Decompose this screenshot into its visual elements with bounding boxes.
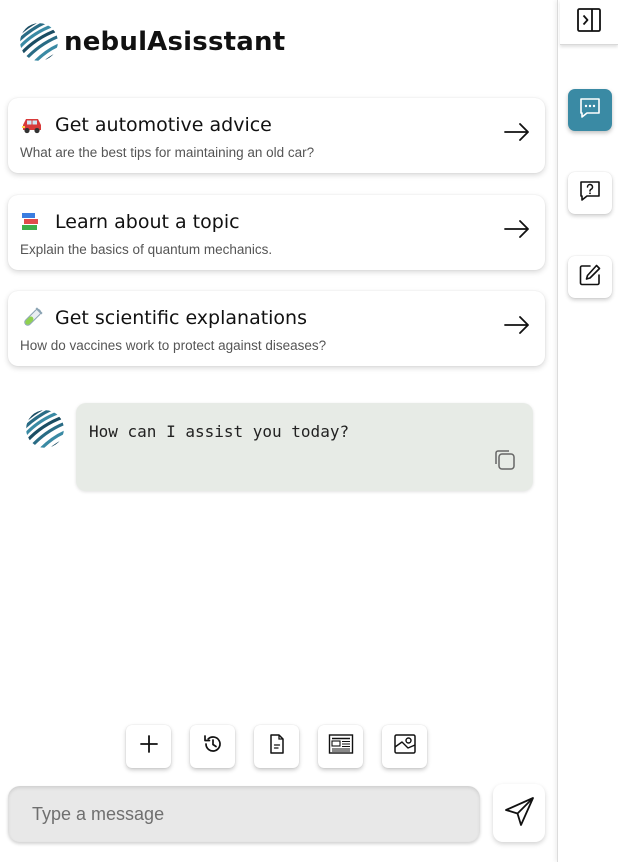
help-icon <box>577 178 603 209</box>
car-icon <box>20 114 44 136</box>
suggestion-subtitle: What are the best tips for maintaining a… <box>20 145 315 160</box>
plus-icon <box>139 734 159 759</box>
suggestion-subtitle: How do vaccines work to protect against … <box>20 338 327 353</box>
suggestion-title: Get scientific explanations <box>55 307 308 329</box>
message-input-wrapper <box>8 786 480 842</box>
send-icon <box>502 794 536 833</box>
document-icon <box>267 733 287 760</box>
right-rail <box>557 0 618 862</box>
help-tab-button[interactable] <box>568 172 612 214</box>
history-button[interactable] <box>190 725 235 768</box>
history-icon <box>202 733 224 760</box>
document-button[interactable] <box>254 725 299 768</box>
suggestion-card-learn[interactable]: Learn about a topic Explain the basics o… <box>8 195 545 270</box>
sidebar-toggle-button[interactable] <box>560 0 618 45</box>
suggestion-title: Learn about a topic <box>55 211 240 233</box>
main-panel: nebulAsisstant Get automotive advice Wha… <box>0 0 557 862</box>
edit-tab-button[interactable] <box>568 256 612 298</box>
brand-name: nebulAsisstant <box>64 27 286 57</box>
arrow-right-icon <box>503 314 531 336</box>
books-icon <box>20 211 44 233</box>
composer-toolbar <box>126 725 427 768</box>
logo-icon <box>20 23 58 61</box>
chat-tab-button[interactable] <box>568 89 612 131</box>
arrow-right-icon <box>503 218 531 240</box>
assistant-avatar <box>26 410 64 448</box>
copy-icon[interactable] <box>493 448 517 472</box>
assistant-message-text: How can I assist you today? <box>89 422 350 441</box>
image-button[interactable] <box>382 725 427 768</box>
newspaper-icon <box>328 733 354 760</box>
sidebar-toggle-icon <box>576 7 602 38</box>
message-input[interactable] <box>8 786 480 842</box>
suggestion-card-science[interactable]: Get scientific explanations How do vacci… <box>8 291 545 366</box>
suggestion-card-automotive[interactable]: Get automotive advice What are the best … <box>8 98 545 173</box>
app-header: nebulAsisstant <box>20 22 285 62</box>
article-button[interactable] <box>318 725 363 768</box>
suggestion-title: Get automotive advice <box>55 114 272 136</box>
suggestion-subtitle: Explain the basics of quantum mechanics. <box>20 242 273 257</box>
arrow-right-icon <box>503 121 531 143</box>
image-icon <box>393 733 417 760</box>
edit-icon <box>577 262 603 293</box>
send-button[interactable] <box>493 784 545 842</box>
chat-bubble-icon <box>577 95 603 126</box>
test-tube-icon <box>20 307 44 329</box>
new-chat-button[interactable] <box>126 725 171 768</box>
assistant-message-bubble: How can I assist you today? <box>76 403 533 491</box>
